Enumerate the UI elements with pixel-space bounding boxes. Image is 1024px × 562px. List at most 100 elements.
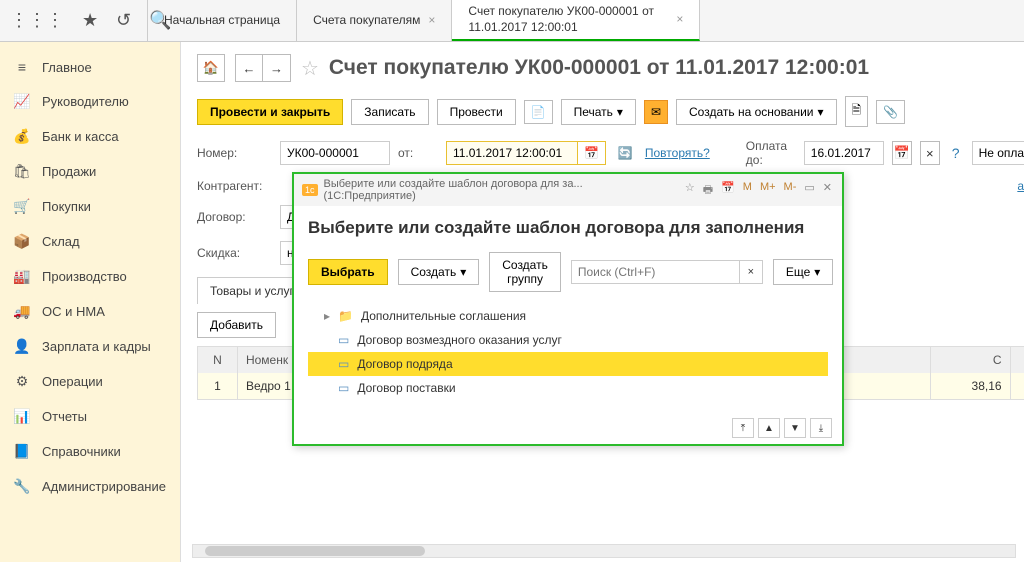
sidebar-item-2[interactable]: 💰Банк и касса	[0, 119, 180, 154]
tree-item-0[interactable]: ▸📁Дополнительные соглашения	[308, 304, 828, 328]
save-button[interactable]: Записать	[351, 99, 428, 125]
col-nds: С	[931, 347, 1011, 373]
favorite-icon[interactable]: ☆	[301, 56, 319, 81]
sidebar-label: Продажи	[42, 164, 96, 179]
star-icon[interactable]: ★	[82, 10, 98, 31]
calc-m-icon[interactable]: M	[741, 181, 754, 200]
search-input[interactable]	[571, 260, 739, 284]
calc-mminus-icon[interactable]: M-	[782, 181, 799, 200]
tree-label: Договор возмездного оказания услуг	[357, 333, 562, 347]
payuntil-input[interactable]	[804, 141, 884, 165]
number-input[interactable]	[280, 141, 390, 165]
sidebar-item-8[interactable]: 👤Зарплата и кадры	[0, 329, 180, 364]
tree-label: Договор поставки	[357, 381, 455, 395]
sidebar-item-9[interactable]: ⚙Операции	[0, 364, 180, 399]
create-button[interactable]: Создать ▾	[398, 259, 480, 285]
sidebar-icon: 📊	[14, 408, 30, 425]
tab-home[interactable]: Начальная страница	[148, 0, 297, 41]
select-button[interactable]: Выбрать	[308, 259, 388, 285]
sidebar-label: Банк и касса	[42, 129, 119, 144]
sidebar-item-7[interactable]: 🚚ОС и НМА	[0, 294, 180, 329]
sidebar-label: Производство	[42, 269, 127, 284]
create-based-button[interactable]: Создать на основании ▾	[676, 99, 837, 125]
favorite-icon[interactable]: ☆	[683, 181, 697, 200]
tree-item-2[interactable]: ▭Договор подряда	[308, 352, 828, 376]
tree-label: Дополнительные соглашения	[361, 309, 526, 323]
forward-button[interactable]: →	[263, 54, 291, 82]
add-button[interactable]: Добавить	[197, 312, 276, 338]
top-quick-icons: ⋮⋮⋮ ★ ↺ 🔍	[0, 0, 148, 41]
apps-icon[interactable]: ⋮⋮⋮	[10, 10, 64, 31]
back-button[interactable]: ←	[235, 54, 263, 82]
mail-icon-button[interactable]: ✉	[644, 100, 668, 124]
calendar-icon[interactable]: 📅	[719, 181, 737, 200]
post-button[interactable]: Провести	[437, 99, 516, 125]
sidebar-item-3[interactable]: 🛍Продажи	[0, 154, 180, 189]
tab-label: Счет покупателю УК00-000001 от 11.01.201…	[468, 4, 668, 35]
clear-icon[interactable]: ×	[739, 260, 763, 284]
sidebar-item-4[interactable]: 🛒Покупки	[0, 189, 180, 224]
modal-more-button[interactable]: Еще ▾	[773, 259, 833, 285]
modal-heading: Выберите или создайте шаблон договора дл…	[308, 218, 828, 238]
refresh-icon[interactable]: 🔄	[614, 146, 637, 160]
close-icon[interactable]: ×	[676, 12, 683, 28]
horizontal-scrollbar[interactable]	[192, 544, 1016, 558]
col-total: Всего	[1011, 347, 1024, 373]
payuntil-label: Оплата до:	[746, 139, 796, 167]
attachment-icon-button[interactable]: 📎	[876, 100, 905, 124]
sidebar-label: Руководителю	[42, 94, 129, 109]
sidebar-icon: ≡	[14, 59, 30, 75]
nav-down-icon[interactable]: ▼	[784, 418, 806, 438]
home-button[interactable]: 🏠	[197, 54, 225, 82]
close-icon[interactable]: ×	[428, 13, 435, 29]
item-icon: ▭	[338, 381, 349, 395]
tab-invoice-doc[interactable]: Счет покупателю УК00-000001 от 11.01.201…	[452, 0, 700, 41]
sidebar-item-1[interactable]: 📈Руководителю	[0, 84, 180, 119]
print-icon[interactable]: 🖶	[701, 181, 715, 200]
vat-link[interactable]: а (НДС сверху)	[1017, 179, 1024, 193]
print-button[interactable]: Печать ▾	[561, 99, 636, 125]
nav-up-icon[interactable]: ▲	[758, 418, 780, 438]
modal-titlebar[interactable]: 1c Выберите или создайте шаблон договора…	[294, 174, 842, 206]
repeat-link[interactable]: Повторять?	[645, 146, 710, 160]
calendar-icon[interactable]: 📅	[892, 141, 912, 165]
sidebar-item-6[interactable]: 🏭Производство	[0, 259, 180, 294]
close-icon[interactable]: ✕	[821, 181, 834, 200]
number-label: Номер:	[197, 146, 272, 160]
document-icon-button[interactable]: 📄	[524, 100, 553, 124]
create-group-button[interactable]: Создать группу	[489, 252, 561, 292]
sidebar-label: Склад	[42, 234, 80, 249]
sidebar-item-5[interactable]: 📦Склад	[0, 224, 180, 259]
calc-mplus-icon[interactable]: M+	[758, 181, 778, 200]
report-icon-button[interactable]: 🗎	[845, 96, 869, 127]
tab-bar: Начальная страница Счета покупателям × С…	[148, 0, 1024, 41]
post-and-close-button[interactable]: Провести и закрыть	[197, 99, 343, 125]
tab-label: Счета покупателям	[313, 13, 420, 29]
from-date-input[interactable]	[447, 142, 577, 164]
history-icon[interactable]: ↺	[116, 10, 131, 31]
chevron-right-icon: ▸	[324, 309, 330, 323]
status-input[interactable]	[972, 141, 1024, 165]
counterparty-label: Контрагент:	[197, 179, 272, 193]
chevron-down-icon: ▾	[460, 265, 466, 279]
action-toolbar: Провести и закрыть Записать Провести 📄 П…	[181, 90, 1024, 133]
template-tree: ▸📁Дополнительные соглашения▭Договор возм…	[308, 304, 828, 400]
sidebar-item-11[interactable]: 📘Справочники	[0, 434, 180, 469]
tree-item-1[interactable]: ▭Договор возмездного оказания услуг	[308, 328, 828, 352]
calendar-icon[interactable]: 📅	[577, 142, 605, 164]
nav-top-icon[interactable]: ⤒	[732, 418, 754, 438]
sidebar-icon: ⚙	[14, 373, 30, 390]
sidebar-label: Отчеты	[42, 409, 87, 424]
tree-item-3[interactable]: ▭ Договор поставки	[308, 376, 828, 400]
help-icon[interactable]: ?	[948, 145, 964, 161]
sidebar-item-12[interactable]: 🔧Администрирование	[0, 469, 180, 504]
minimize-icon[interactable]: ▭	[802, 181, 816, 200]
nav-bottom-icon[interactable]: ⤓	[810, 418, 832, 438]
row-number: Номер: от: 📅 🔄 Повторять? Оплата до: 📅 ×…	[181, 133, 1024, 173]
template-modal: 1c Выберите или создайте шаблон договора…	[292, 172, 844, 446]
tab-invoices[interactable]: Счета покупателям ×	[297, 0, 452, 41]
sidebar-item-10[interactable]: 📊 Отчеты	[0, 399, 180, 434]
tab-label: Начальная страница	[164, 13, 280, 29]
clear-icon[interactable]: ×	[920, 141, 940, 165]
sidebar-item-0[interactable]: ≡Главное	[0, 50, 180, 84]
